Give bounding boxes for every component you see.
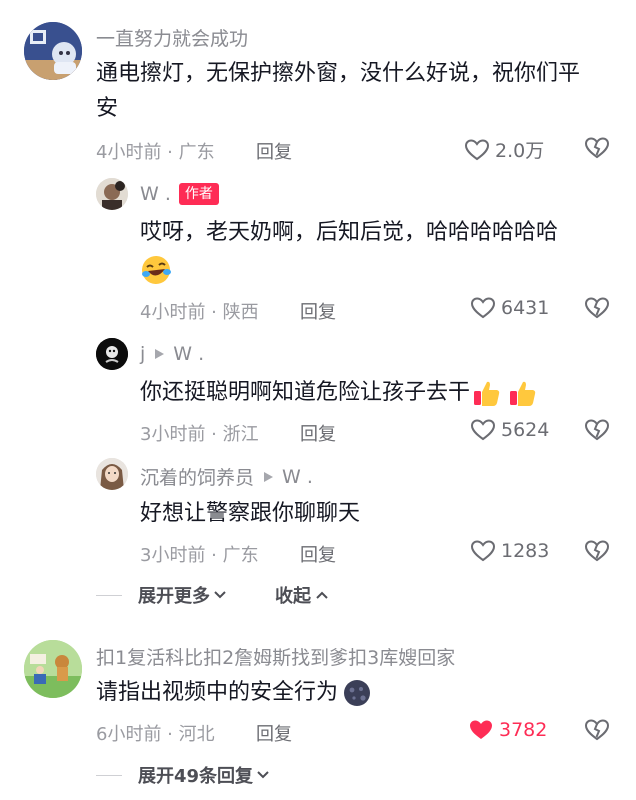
broken-heart-icon	[584, 297, 610, 319]
reply-time-location: 3小时前 · 浙江	[140, 424, 259, 445]
dislike-button[interactable]	[584, 539, 610, 567]
reply-text-content: 你还挺聪明啊知道危险让孩子去干	[140, 380, 471, 405]
heart-icon	[470, 419, 496, 441]
like-count: 1283	[501, 540, 550, 562]
reply-text: 你还挺聪明啊知道危险让孩子去干	[140, 375, 538, 410]
reply-to-username[interactable]: W .	[282, 466, 313, 488]
reply-text-content: 哎呀，老天奶啊，后知后觉，哈哈哈哈哈哈	[140, 220, 559, 245]
broken-heart-icon	[584, 540, 610, 562]
comment-text-line: 安	[96, 96, 119, 121]
reply-username[interactable]: j	[140, 343, 145, 365]
reply-button[interactable]: 回复	[300, 420, 336, 446]
like-button[interactable]: 1283	[470, 539, 549, 563]
comment-time-location: 6小时前 · 河北	[96, 724, 215, 745]
reply-arrow-icon	[264, 471, 274, 482]
avatar[interactable]	[24, 640, 82, 698]
chevron-down-icon	[214, 591, 226, 599]
collapse-button[interactable]: 收起	[275, 582, 329, 608]
broken-heart-icon	[584, 419, 610, 441]
chevron-down-icon	[257, 771, 269, 779]
author-badge: 作者	[178, 183, 219, 205]
thumbs-up-emoji	[474, 381, 500, 406]
comment-text: 通电擦灯，无保护擦外窗，没什么好说，祝你们平 安	[96, 56, 616, 126]
like-button[interactable]: 6431	[470, 296, 549, 320]
reply-header: W . 作者	[140, 183, 219, 205]
expand-more-label: 展开更多	[138, 586, 210, 607]
like-count: 6431	[501, 297, 550, 319]
broken-heart-icon	[584, 719, 610, 741]
comment-username[interactable]: 一直努力就会成功	[96, 24, 248, 51]
like-count: 5624	[501, 419, 550, 441]
reply-button[interactable]: 回复	[256, 720, 292, 746]
like-count: 2.0万	[495, 140, 545, 162]
heart-icon	[464, 138, 490, 160]
laughing-crying-emoji	[142, 256, 171, 284]
reply-username[interactable]: W .	[140, 183, 171, 205]
like-button[interactable]: 5624	[470, 418, 549, 442]
comment-username[interactable]: 扣1复活科比扣2詹姆斯找到爹扣3库嫂回家	[96, 643, 455, 670]
reply-header: j W .	[140, 343, 204, 365]
avatar[interactable]	[24, 22, 82, 80]
thread-controls: 展开49条回复	[96, 762, 270, 788]
like-button[interactable]: 3782	[468, 718, 547, 742]
reply-button[interactable]: 回复	[256, 138, 292, 164]
expand-replies-button[interactable]: 展开49条回复	[138, 762, 270, 788]
expand-more-button[interactable]: 展开更多	[138, 582, 227, 608]
reply-time-location: 3小时前 · 广东	[140, 545, 259, 566]
reply-header: 沉着的饲养员 W .	[140, 463, 313, 490]
comment-text-content: 请指出视频中的安全行为	[96, 680, 339, 705]
dark-moon-face-emoji	[344, 679, 371, 706]
thread-controls: 展开更多 收起	[96, 582, 329, 608]
dislike-button[interactable]	[584, 136, 610, 164]
dislike-button[interactable]	[584, 718, 610, 746]
divider	[96, 594, 122, 596]
avatar[interactable]	[96, 458, 128, 490]
reply-username[interactable]: 沉着的饲养员	[140, 463, 254, 490]
comment-time-location: 4小时前 · 广东	[96, 142, 215, 163]
expand-replies-label: 展开49条回复	[138, 766, 254, 787]
chevron-up-icon	[316, 591, 328, 599]
reply-text: 好想让警察跟你聊聊天	[140, 501, 361, 526]
reply-arrow-icon	[155, 349, 165, 359]
reply-text: 哎呀，老天奶啊，后知后觉，哈哈哈哈哈哈	[140, 215, 610, 287]
comment-text-line: 通电擦灯，无保护擦外窗，没什么好说，祝你们平	[96, 61, 581, 86]
dislike-button[interactable]	[584, 418, 610, 446]
divider	[96, 774, 122, 776]
thumbs-up-emoji	[510, 381, 536, 406]
heart-icon	[470, 540, 496, 562]
heart-filled-icon	[470, 720, 492, 739]
reply-button[interactable]: 回复	[300, 298, 336, 324]
reply-to-username[interactable]: W .	[173, 343, 204, 365]
reply-time-location: 4小时前 · 陕西	[140, 302, 259, 323]
dislike-button[interactable]	[584, 296, 610, 324]
avatar[interactable]	[96, 338, 128, 370]
heart-icon	[470, 297, 496, 319]
like-button[interactable]: 2.0万	[464, 136, 544, 163]
comment-text: 请指出视频中的安全行为	[96, 675, 372, 710]
reply-button[interactable]: 回复	[300, 541, 336, 567]
like-count: 3782	[499, 719, 548, 741]
avatar[interactable]	[96, 178, 128, 210]
broken-heart-icon	[584, 137, 610, 159]
collapse-label: 收起	[275, 586, 311, 607]
